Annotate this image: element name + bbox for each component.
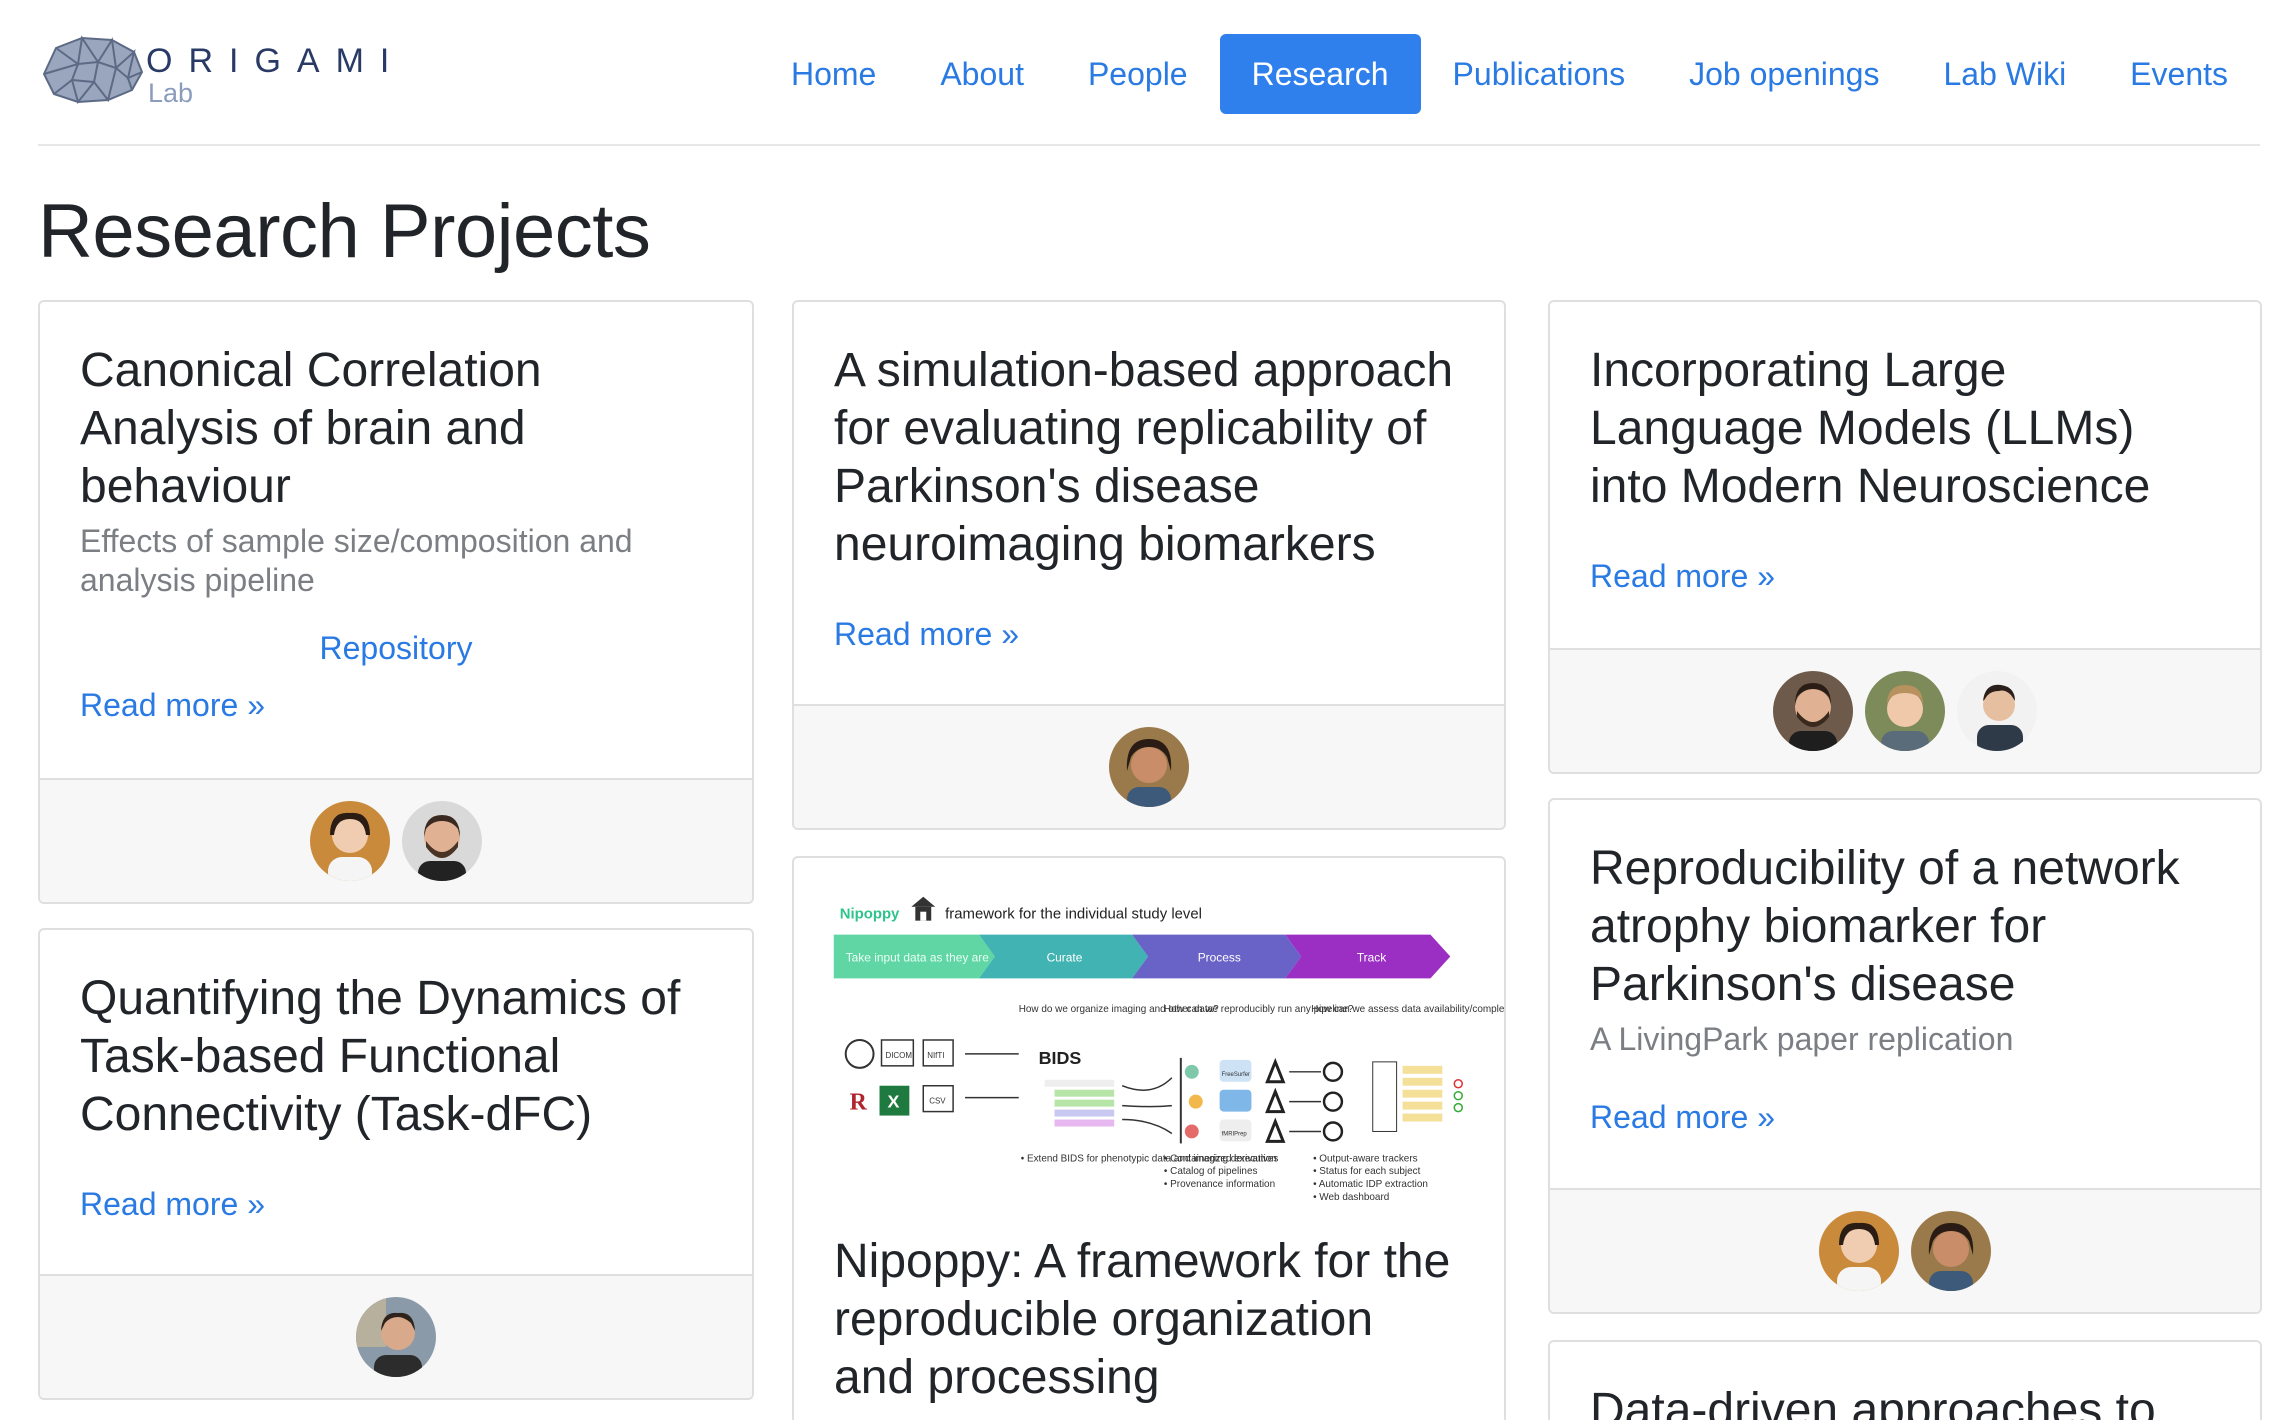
- question-assess: How can we assess data availability/comp…: [1311, 1004, 1504, 1015]
- svg-text:X: X: [887, 1092, 899, 1112]
- pipeline-icons: FreeSurfer fMRIPrep: [1179, 1057, 1286, 1144]
- read-more-link[interactable]: Read more »: [80, 687, 712, 724]
- project-card-task-dfc: Quantifying the Dynamics of Task-based F…: [38, 928, 754, 1400]
- avatar[interactable]: [310, 801, 390, 881]
- house-icon: [911, 896, 936, 921]
- card-title: A simulation-based approach for evaluati…: [834, 344, 1454, 571]
- project-card-llm: Incorporating Large Language Models (LLM…: [1548, 300, 2262, 774]
- card-title: Reproducibility of a network atrophy bio…: [1590, 842, 2180, 1011]
- read-more-link[interactable]: Read more »: [1590, 1099, 2220, 1136]
- nav-job-openings[interactable]: Job openings: [1657, 34, 1911, 114]
- card-title: Incorporating Large Language Models (LLM…: [1590, 344, 2151, 513]
- card-subtitle: A LivingPark paper replication: [1590, 1021, 2014, 1057]
- read-more-link[interactable]: Read more »: [1590, 558, 2220, 595]
- navbar: ORIGAMI Lab Home About People Research P…: [38, 0, 2260, 146]
- bids-label: BIDS: [1039, 1048, 1082, 1068]
- stage-label: Curate: [1047, 950, 1083, 964]
- lab-logo[interactable]: ORIGAMI Lab: [38, 34, 389, 114]
- card-title: Data-driven approaches to: [1590, 1384, 2156, 1420]
- tracker-icons: [1322, 1061, 1463, 1142]
- project-card-atrophy: Reproducibility of a network atrophy bio…: [1548, 798, 2262, 1314]
- read-more-link[interactable]: Read more »: [80, 1186, 712, 1223]
- nav-research[interactable]: Research: [1219, 34, 1421, 114]
- nipoppy-figure: Nipoppy framework for the individual stu…: [833, 896, 1504, 1203]
- card-title: Quantifying the Dynamics of Task-based F…: [80, 972, 681, 1141]
- svg-text:NIfTI: NIfTI: [927, 1051, 944, 1060]
- repository-link[interactable]: Repository: [80, 630, 712, 667]
- project-card-cca: Canonical Correlation Analysis of brain …: [38, 300, 754, 904]
- nav-events[interactable]: Events: [2098, 34, 2260, 114]
- nav-lab-wiki[interactable]: Lab Wiki: [1911, 34, 2098, 114]
- stage-label: Process: [1198, 950, 1241, 964]
- avatar[interactable]: [402, 801, 482, 881]
- logo-wordmark: ORIGAMI: [146, 42, 406, 80]
- svg-text:fMRIPrep: fMRIPrep: [1222, 1131, 1248, 1137]
- card-title: Canonical Correlation Analysis of brain …: [80, 344, 542, 513]
- svg-text:R: R: [850, 1090, 868, 1116]
- svg-text:FreeSurfer: FreeSurfer: [1222, 1072, 1250, 1078]
- card-subtitle: Effects of sample size/composition and a…: [80, 523, 633, 598]
- figure-caption: framework for the individual study level: [945, 907, 1202, 923]
- bullet-track: • Output-aware trackers • Status for each…: [1313, 1153, 1428, 1203]
- page-title: Research Projects: [38, 189, 651, 274]
- svg-text:CSV: CSV: [929, 1097, 946, 1106]
- avatar[interactable]: [1865, 671, 1945, 751]
- bullet-process: • Containerized execution • Catalog of pi…: [1164, 1153, 1277, 1190]
- card-title: Nipoppy: A framework for the reproducibl…: [834, 1235, 1451, 1404]
- svg-text:DICOM: DICOM: [885, 1051, 911, 1060]
- nipoppy-brand: Nipoppy: [840, 907, 900, 923]
- card-footer: [1550, 648, 2260, 772]
- nav-publications[interactable]: Publications: [1421, 34, 1658, 114]
- input-icons: DICOM NIfTI R X CSV: [844, 1038, 954, 1116]
- brain-logo-icon: [42, 35, 144, 105]
- card-footer: [1550, 1188, 2260, 1312]
- nav-home[interactable]: Home: [759, 34, 908, 114]
- project-card-data-driven: Data-driven approaches to: [1548, 1340, 2262, 1420]
- avatar[interactable]: [1819, 1211, 1899, 1291]
- card-footer: [40, 778, 752, 902]
- avatar[interactable]: [1911, 1211, 1991, 1291]
- stage-label: Track: [1357, 950, 1386, 964]
- project-card-simulation: A simulation-based approach for evaluati…: [792, 300, 1506, 830]
- read-more-link[interactable]: Read more »: [834, 616, 1464, 653]
- main-nav: Home About People Research Publications …: [759, 34, 2260, 114]
- nav-about[interactable]: About: [908, 34, 1056, 114]
- avatar[interactable]: [356, 1297, 436, 1377]
- card-footer: [40, 1274, 752, 1398]
- avatar[interactable]: [1773, 671, 1853, 751]
- project-card-nipoppy: Nipoppy framework for the individual stu…: [792, 856, 1506, 1420]
- stage-label: Take input data as they are: [846, 950, 990, 964]
- avatar[interactable]: [1109, 727, 1189, 807]
- nav-people[interactable]: People: [1056, 34, 1220, 114]
- logo-subtitle: Lab: [148, 78, 194, 108]
- avatar[interactable]: [1957, 671, 2037, 751]
- card-footer: [794, 704, 1504, 828]
